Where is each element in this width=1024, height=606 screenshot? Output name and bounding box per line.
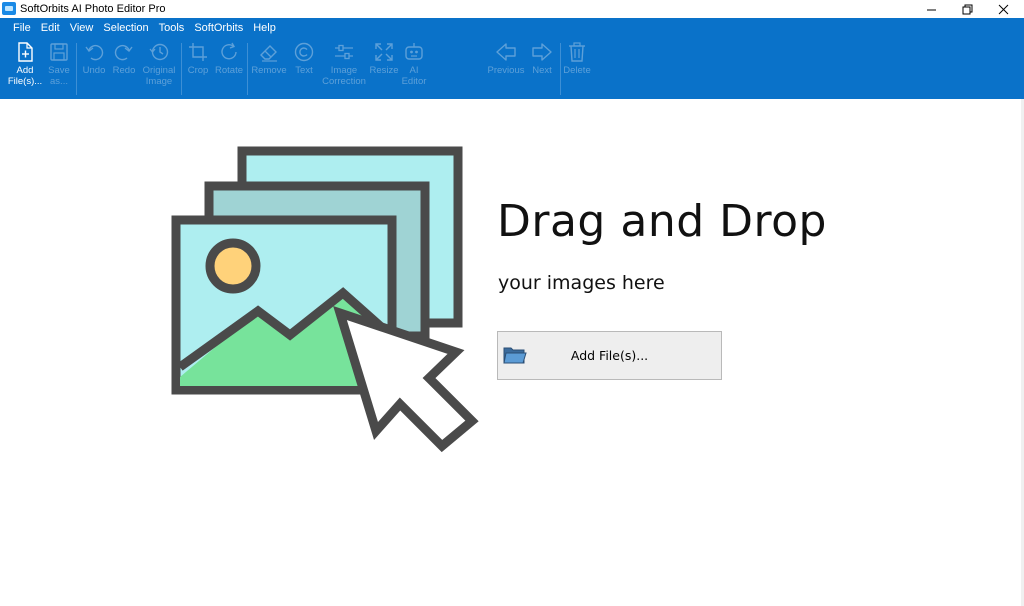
restore-button[interactable] <box>949 0 985 18</box>
delete-button[interactable]: Delete <box>562 39 592 99</box>
eraser-icon <box>257 39 281 65</box>
original-image-button[interactable]: Original Image <box>139 39 179 99</box>
toolbar-separator <box>247 43 248 95</box>
add-files-main-button[interactable]: Add File(s)... <box>497 331 722 380</box>
text-icon <box>292 39 316 65</box>
ai-editor-label: AI Editor <box>401 65 427 87</box>
close-icon <box>998 4 1008 14</box>
original-image-label: Original Image <box>142 65 176 87</box>
trash-icon <box>565 39 589 65</box>
window-title: SoftOrbits AI Photo Editor Pro <box>20 3 166 15</box>
save-as-button[interactable]: Save as... <box>44 39 74 99</box>
menu-bar: File Edit View Selection Tools SoftOrbit… <box>0 18 1024 38</box>
dropzone-title: Drag and Drop <box>497 196 827 247</box>
add-files-main-label: Add File(s)... <box>570 348 649 363</box>
undo-label: Undo <box>82 65 106 76</box>
remove-button[interactable]: Remove <box>250 39 288 99</box>
next-label: Next <box>532 65 552 76</box>
redo-icon <box>112 39 136 65</box>
dropzone-subtitle: your images here <box>498 272 665 294</box>
menu-view[interactable]: View <box>65 18 99 38</box>
crop-label: Crop <box>187 65 209 76</box>
save-icon <box>47 39 71 65</box>
redo-label: Redo <box>112 65 136 76</box>
robot-icon <box>402 39 426 65</box>
menu-softorbits[interactable]: SoftOrbits <box>189 18 248 38</box>
rotate-button[interactable]: Rotate <box>214 39 244 99</box>
next-button[interactable]: Next <box>528 39 556 99</box>
minimize-icon <box>926 9 936 10</box>
undo-button[interactable]: Undo <box>80 39 108 99</box>
app-icon <box>2 2 16 15</box>
arrow-left-icon <box>494 39 518 65</box>
menu-tools[interactable]: Tools <box>154 18 190 38</box>
title-bar: SoftOrbits AI Photo Editor Pro <box>0 0 1024 18</box>
cursor-arrow-icon <box>333 305 479 453</box>
menu-selection[interactable]: Selection <box>98 18 153 38</box>
crop-button[interactable]: Crop <box>184 39 212 99</box>
rotate-label: Rotate <box>215 65 243 76</box>
toolbar-separator <box>76 43 77 95</box>
previous-button[interactable]: Previous <box>486 39 526 99</box>
menu-help[interactable]: Help <box>248 18 281 38</box>
toolbar-separator <box>560 43 561 95</box>
image-correction-button[interactable]: Image Correction <box>320 39 368 99</box>
add-file-icon <box>13 39 37 65</box>
arrow-right-icon <box>530 39 554 65</box>
folder-icon <box>503 347 527 364</box>
menu-edit[interactable]: Edit <box>36 18 65 38</box>
previous-label: Previous <box>487 65 525 76</box>
history-icon <box>147 39 171 65</box>
menu-file[interactable]: File <box>8 18 36 38</box>
undo-icon <box>82 39 106 65</box>
crop-icon <box>186 39 210 65</box>
redo-button[interactable]: Redo <box>110 39 138 99</box>
resize-button[interactable]: Resize <box>369 39 399 99</box>
delete-label: Delete <box>563 65 591 76</box>
rotate-icon <box>217 39 241 65</box>
sun-icon <box>205 238 261 294</box>
close-button[interactable] <box>985 0 1021 18</box>
restore-icon <box>962 4 972 14</box>
toolbar: Add File(s)... Save as... Undo Redo Orig… <box>0 39 1024 99</box>
add-files-label: Add File(s)... <box>7 65 43 87</box>
add-files-button[interactable]: Add File(s)... <box>6 39 44 99</box>
ribbon: File Edit View Selection Tools SoftOrbit… <box>0 18 1024 99</box>
sliders-icon <box>332 39 356 65</box>
remove-label: Remove <box>251 65 287 76</box>
text-button[interactable]: Text <box>290 39 318 99</box>
save-as-label: Save as... <box>48 65 70 87</box>
drag-drop-illustration <box>171 146 479 453</box>
minimize-button[interactable] <box>913 0 949 18</box>
resize-icon <box>372 39 396 65</box>
image-correction-label: Image Correction <box>322 65 366 87</box>
resize-label: Resize <box>369 65 399 76</box>
ai-editor-button[interactable]: AI Editor <box>400 39 428 99</box>
toolbar-separator <box>181 43 182 95</box>
text-label: Text <box>295 65 313 76</box>
